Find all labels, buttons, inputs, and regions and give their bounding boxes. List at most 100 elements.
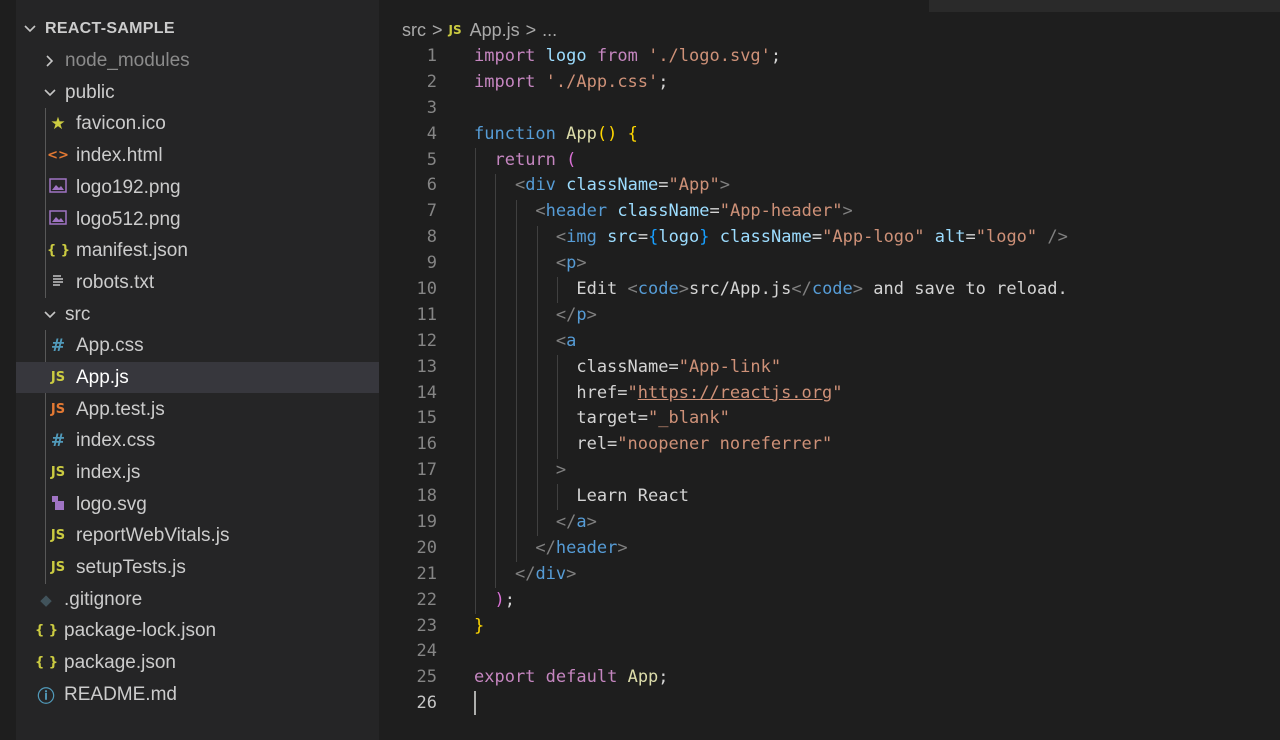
code-line[interactable]: </p> [474, 303, 1068, 329]
code-line[interactable]: } [474, 614, 1068, 640]
tree-item-label: index.css [76, 429, 156, 451]
line-number: 23 [416, 615, 437, 636]
chevron-right-icon [43, 54, 57, 68]
code-line[interactable]: <p> [474, 251, 1068, 277]
line-number: 18 [416, 486, 437, 507]
line-number: 3 [426, 97, 437, 118]
json-icon: { } [35, 623, 59, 638]
tree-item-package-lock[interactable]: { } package-lock.json [16, 615, 379, 646]
tree-item-logo192[interactable]: logo192.png [16, 172, 379, 203]
line-number: 7 [426, 201, 437, 222]
tree-item-public[interactable]: public [16, 77, 379, 108]
tree-item-index-html[interactable]: <> index.html [16, 140, 379, 171]
explorer-root-folder[interactable]: REACT-SAMPLE [16, 13, 379, 44]
tree-item-label: logo.svg [76, 493, 147, 515]
line-number: 20 [416, 537, 437, 558]
breadcrumb: src > JS App.js > ... [402, 17, 557, 43]
line-number: 5 [426, 149, 437, 170]
tree-item-label: setupTests.js [76, 556, 186, 578]
code-line[interactable]: export default App; [474, 665, 1068, 691]
tree-item-app-js[interactable]: JS App.js [16, 362, 379, 393]
tree-item-logo512[interactable]: logo512.png [16, 204, 379, 235]
line-number: 8 [426, 227, 437, 248]
text-icon [47, 274, 69, 292]
code-line[interactable] [474, 96, 1068, 122]
code-line[interactable]: Learn React [474, 484, 1068, 510]
tree-item-label: README.md [64, 683, 177, 705]
text-cursor [474, 691, 476, 716]
tree-item-gitignore[interactable]: ◆ .gitignore [16, 584, 379, 615]
tab-strip-area [929, 0, 1280, 12]
git-icon: ◆ [40, 590, 52, 609]
tree-item-robots[interactable]: robots.txt [16, 267, 379, 298]
js-icon: JS [50, 465, 66, 480]
css-icon: # [50, 430, 66, 451]
tree-item-label: App.test.js [76, 398, 165, 420]
image-icon [47, 210, 69, 229]
tree-item-label: public [65, 81, 115, 103]
code-line[interactable] [474, 691, 1068, 717]
breadcrumb-separator: > [432, 19, 443, 40]
code-line[interactable]: <header className="App-header"> [474, 199, 1068, 225]
code-line[interactable]: <div className="App"> [474, 173, 1068, 199]
tree-item-index-css[interactable]: # index.css [16, 425, 379, 456]
code-line[interactable]: </a> [474, 510, 1068, 536]
tree-item-label: reportWebVitals.js [76, 524, 230, 546]
js-icon: JS [50, 560, 66, 575]
js-icon: JS [448, 23, 462, 37]
tree-item-manifest[interactable]: { } manifest.json [16, 235, 379, 266]
code-text-area[interactable]: import logo from './logo.svg'; import './… [474, 44, 1068, 717]
code-line[interactable]: return ( [474, 148, 1068, 174]
tree-item-report-web-vitals[interactable]: JS reportWebVitals.js [16, 520, 379, 551]
activity-edge [0, 0, 16, 740]
line-number: 11 [416, 304, 437, 325]
code-line[interactable]: import './App.css'; [474, 70, 1068, 96]
tree-item-setup-tests[interactable]: JS setupTests.js [16, 552, 379, 583]
code-line[interactable]: Edit <code>src/App.js</code> and save to… [474, 277, 1068, 303]
tree-item-label: App.css [76, 334, 144, 356]
tree-item-app-test-js[interactable]: JS App.test.js [16, 394, 379, 425]
line-number: 10 [416, 279, 437, 300]
info-icon: ⓘ [37, 687, 55, 707]
code-line[interactable]: <a [474, 329, 1068, 355]
tree-item-index-js[interactable]: JS index.js [16, 457, 379, 488]
js-icon: JS [50, 370, 66, 385]
code-line[interactable]: className="App-link" [474, 355, 1068, 381]
line-number: 6 [426, 175, 437, 196]
code-line[interactable] [474, 639, 1068, 665]
tree-item-label: package-lock.json [64, 619, 217, 641]
line-number: 13 [416, 356, 437, 377]
line-number: 1 [426, 46, 437, 66]
tree-item-logo-svg[interactable]: logo.svg [16, 489, 379, 520]
line-number: 12 [416, 330, 437, 351]
html-icon: <> [47, 148, 69, 163]
tree-item-src[interactable]: src [16, 299, 379, 330]
tree-item-node-modules[interactable]: node_modules [16, 45, 379, 76]
breadcrumb-folder[interactable]: src [402, 20, 426, 41]
breadcrumb-file[interactable]: App.js [470, 20, 520, 41]
code-line[interactable]: rel="noopener noreferrer" [474, 432, 1068, 458]
code-line[interactable]: <img src={logo} className="App-logo" alt… [474, 225, 1068, 251]
code-line[interactable]: > [474, 458, 1068, 484]
chevron-down-icon [43, 308, 57, 322]
tree-item-favicon[interactable]: ★ favicon.ico [16, 108, 379, 139]
line-number: 25 [416, 667, 437, 688]
tree-item-readme[interactable]: ⓘ README.md [16, 679, 379, 710]
code-line[interactable]: </div> [474, 562, 1068, 588]
code-line[interactable]: </header> [474, 536, 1068, 562]
code-line[interactable]: function App() { [474, 122, 1068, 148]
line-number: 14 [416, 382, 437, 403]
code-line[interactable]: ); [474, 588, 1068, 614]
tree-item-app-css[interactable]: # App.css [16, 330, 379, 361]
breadcrumb-symbols[interactable]: ... [542, 20, 557, 41]
chevron-down-icon [23, 22, 37, 36]
breadcrumb-separator: > [525, 19, 537, 40]
tree-item-package-json[interactable]: { } package.json [16, 647, 379, 678]
line-number-active: 26 [416, 693, 437, 714]
code-line[interactable]: target="_blank" [474, 406, 1068, 432]
json-icon: { } [35, 655, 59, 670]
line-number: 16 [416, 434, 437, 455]
code-line[interactable]: import logo from './logo.svg'; [474, 44, 1068, 70]
code-editor[interactable]: src > JS App.js > ... 1 2 3 4 5 6 7 8 9 … [379, 0, 1280, 740]
code-line[interactable]: href="https://reactjs.org" [474, 381, 1068, 407]
